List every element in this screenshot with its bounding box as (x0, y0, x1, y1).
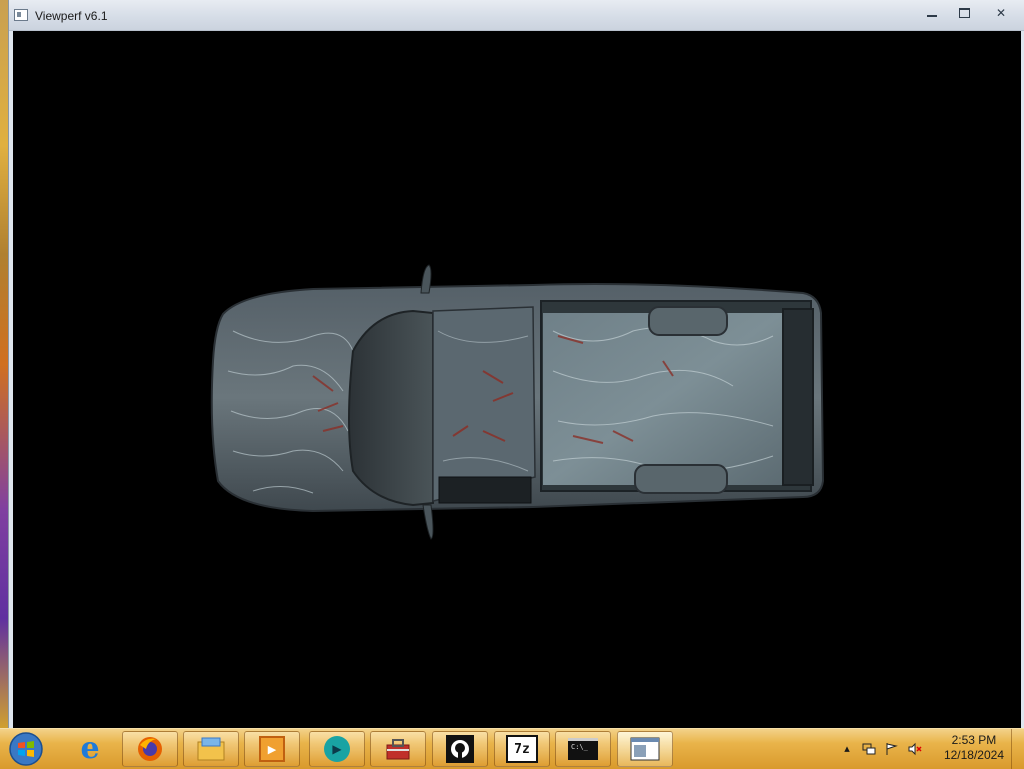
taskbar-teal-app[interactable]: ▶ (309, 731, 365, 767)
close-icon: ✕ (995, 6, 1007, 20)
taskbar-github[interactable] (432, 731, 488, 767)
app-window-icon (14, 9, 28, 21)
start-button[interactable] (6, 731, 46, 767)
title-bar[interactable]: Viewperf v6.1 ✕ (9, 0, 1024, 31)
system-clock[interactable]: 2:53 PM 12/18/2024 (944, 733, 1004, 763)
minimize-icon (927, 15, 937, 17)
7zip-icon: 7z (506, 735, 538, 763)
viewperf-window: Viewperf v6.1 ✕ (8, 0, 1024, 728)
wheel-well-top (648, 306, 728, 336)
taskbar-file-explorer[interactable] (183, 731, 239, 767)
taskbar: e ▶ ▶ 7z C:\_ ▴ 2:53 PM 12/18/2024 (0, 728, 1024, 769)
truck-render (210, 264, 825, 540)
firefox-icon (138, 737, 162, 761)
taskbar-toolbox[interactable] (370, 731, 426, 767)
rear-window (438, 476, 532, 504)
clock-time: 2:53 PM (951, 733, 997, 747)
maximize-icon (958, 8, 970, 18)
command-prompt-icon: C:\_ (568, 738, 598, 760)
wheel-well-bottom (634, 464, 728, 494)
show-desktop-button[interactable] (1011, 729, 1024, 769)
show-hidden-icons-icon[interactable]: ▴ (840, 742, 854, 756)
teal-app-icon: ▶ (324, 736, 350, 762)
toolbox-icon (386, 739, 410, 760)
internet-explorer-icon: e (80, 731, 100, 766)
taskbar-media-player[interactable]: ▶ (244, 731, 300, 767)
clock-date: 12/18/2024 (943, 748, 1004, 762)
windows-logo-icon (9, 732, 43, 766)
render-viewport[interactable] (13, 31, 1021, 728)
taskbar-7zip[interactable]: 7z (494, 731, 550, 767)
network-icon[interactable] (862, 742, 876, 756)
volume-muted-icon[interactable] (908, 742, 922, 756)
maximize-button[interactable] (949, 4, 979, 22)
windshield (348, 309, 434, 507)
media-player-icon: ▶ (259, 736, 285, 762)
close-button[interactable]: ✕ (981, 4, 1021, 22)
window-title: Viewperf v6.1 (35, 9, 108, 23)
taskbar-viewperf-window[interactable] (617, 731, 673, 767)
github-icon (446, 735, 474, 763)
right-mirror (422, 504, 434, 540)
file-explorer-icon (197, 737, 225, 761)
bed-floor (543, 313, 783, 485)
window-controls: ✕ (917, 4, 1021, 22)
taskbar-firefox[interactable] (122, 731, 178, 767)
taskbar-command-prompt[interactable]: C:\_ (555, 731, 611, 767)
minimize-button[interactable] (917, 4, 947, 22)
system-tray: ▴ 2:53 PM 12/18/2024 (834, 729, 1024, 769)
left-mirror (420, 264, 432, 294)
tailgate (782, 308, 814, 486)
viewperf-window-icon (630, 737, 660, 761)
taskbar-internet-explorer[interactable]: e (62, 731, 118, 767)
action-center-flag-icon[interactable] (884, 742, 898, 756)
